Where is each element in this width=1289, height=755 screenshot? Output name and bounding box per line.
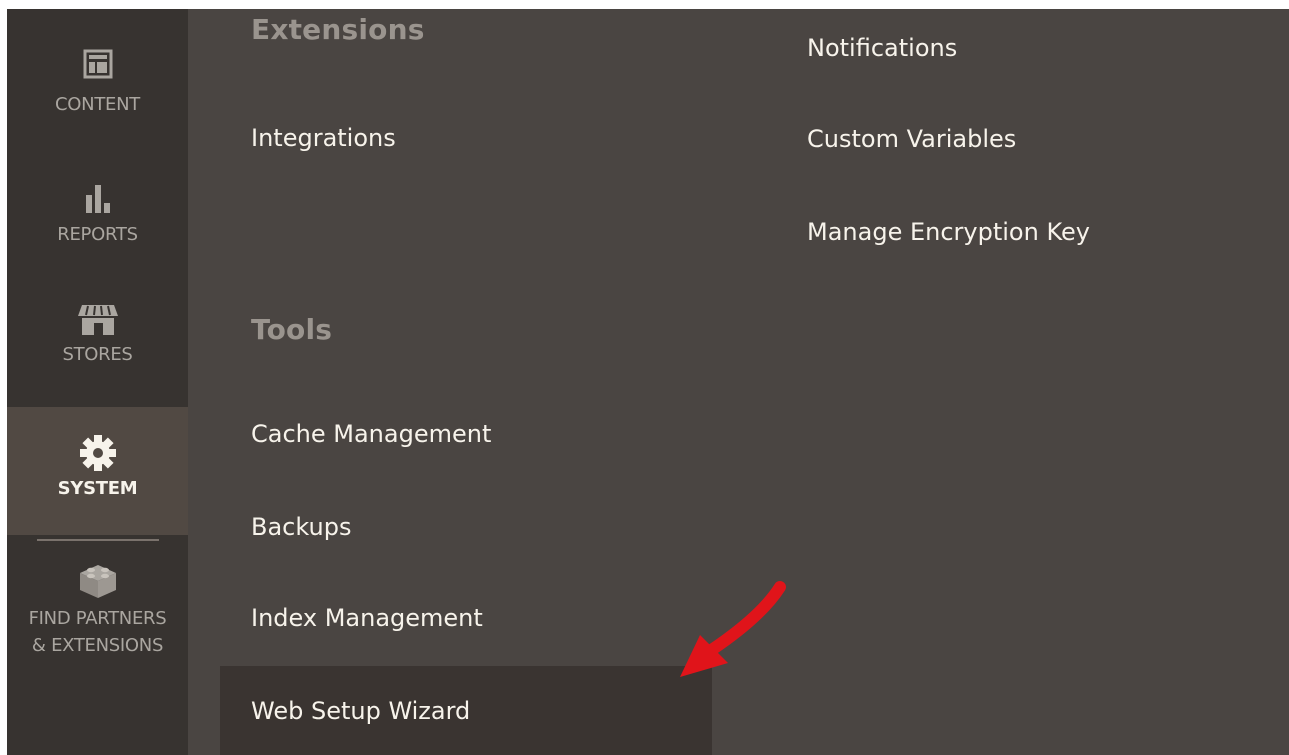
menu-link-web-setup-wizard[interactable]: Web Setup Wizard bbox=[251, 697, 470, 725]
sidebar-divider bbox=[37, 539, 159, 541]
sidebar-item-label: SYSTEM bbox=[57, 478, 138, 499]
lego-brick-icon bbox=[79, 565, 116, 598]
menu-link-backups[interactable]: Backups bbox=[251, 513, 351, 541]
extensions-heading: Extensions bbox=[251, 13, 425, 46]
bar-chart-icon bbox=[85, 185, 110, 213]
menu-link-custom-variables[interactable]: Custom Variables bbox=[807, 125, 1016, 153]
annotation-arrow-icon bbox=[680, 581, 786, 677]
sidebar-item-stores[interactable]: STORES bbox=[7, 289, 188, 407]
storefront-icon bbox=[77, 305, 118, 335]
layout-icon bbox=[83, 49, 112, 79]
gear-icon bbox=[79, 435, 116, 471]
menu-link-integrations[interactable]: Integrations bbox=[251, 124, 396, 152]
menu-link-manage-encryption-key[interactable]: Manage Encryption Key bbox=[807, 218, 1090, 246]
sidebar-item-find-partners[interactable]: FIND PARTNERS & EXTENSIONS bbox=[7, 549, 188, 689]
sidebar-item-label: REPORTS bbox=[57, 224, 138, 245]
sidebar-item-label: CONTENT bbox=[55, 94, 140, 115]
admin-sidebar: CONTENT REPORTS STORES SYSTEM FIND PARTN… bbox=[7, 9, 188, 755]
sidebar-item-content[interactable]: CONTENT bbox=[7, 39, 188, 139]
admin-frame: CONTENT REPORTS STORES SYSTEM FIND PARTN… bbox=[7, 9, 1289, 755]
menu-link-cache-management[interactable]: Cache Management bbox=[251, 420, 491, 448]
system-menu-panel: Extensions Integrations Tools Cache Mana… bbox=[188, 9, 1289, 755]
menu-link-notifications[interactable]: Notifications bbox=[807, 34, 957, 62]
sidebar-item-label-line1: FIND PARTNERS bbox=[28, 608, 167, 629]
sidebar-item-label: STORES bbox=[62, 344, 133, 365]
menu-link-index-management[interactable]: Index Management bbox=[251, 604, 483, 632]
tools-heading: Tools bbox=[251, 313, 333, 346]
sidebar-item-label-line2: & EXTENSIONS bbox=[31, 635, 164, 656]
sidebar-item-reports[interactable]: REPORTS bbox=[7, 169, 188, 269]
sidebar-item-system[interactable]: SYSTEM bbox=[7, 407, 188, 535]
